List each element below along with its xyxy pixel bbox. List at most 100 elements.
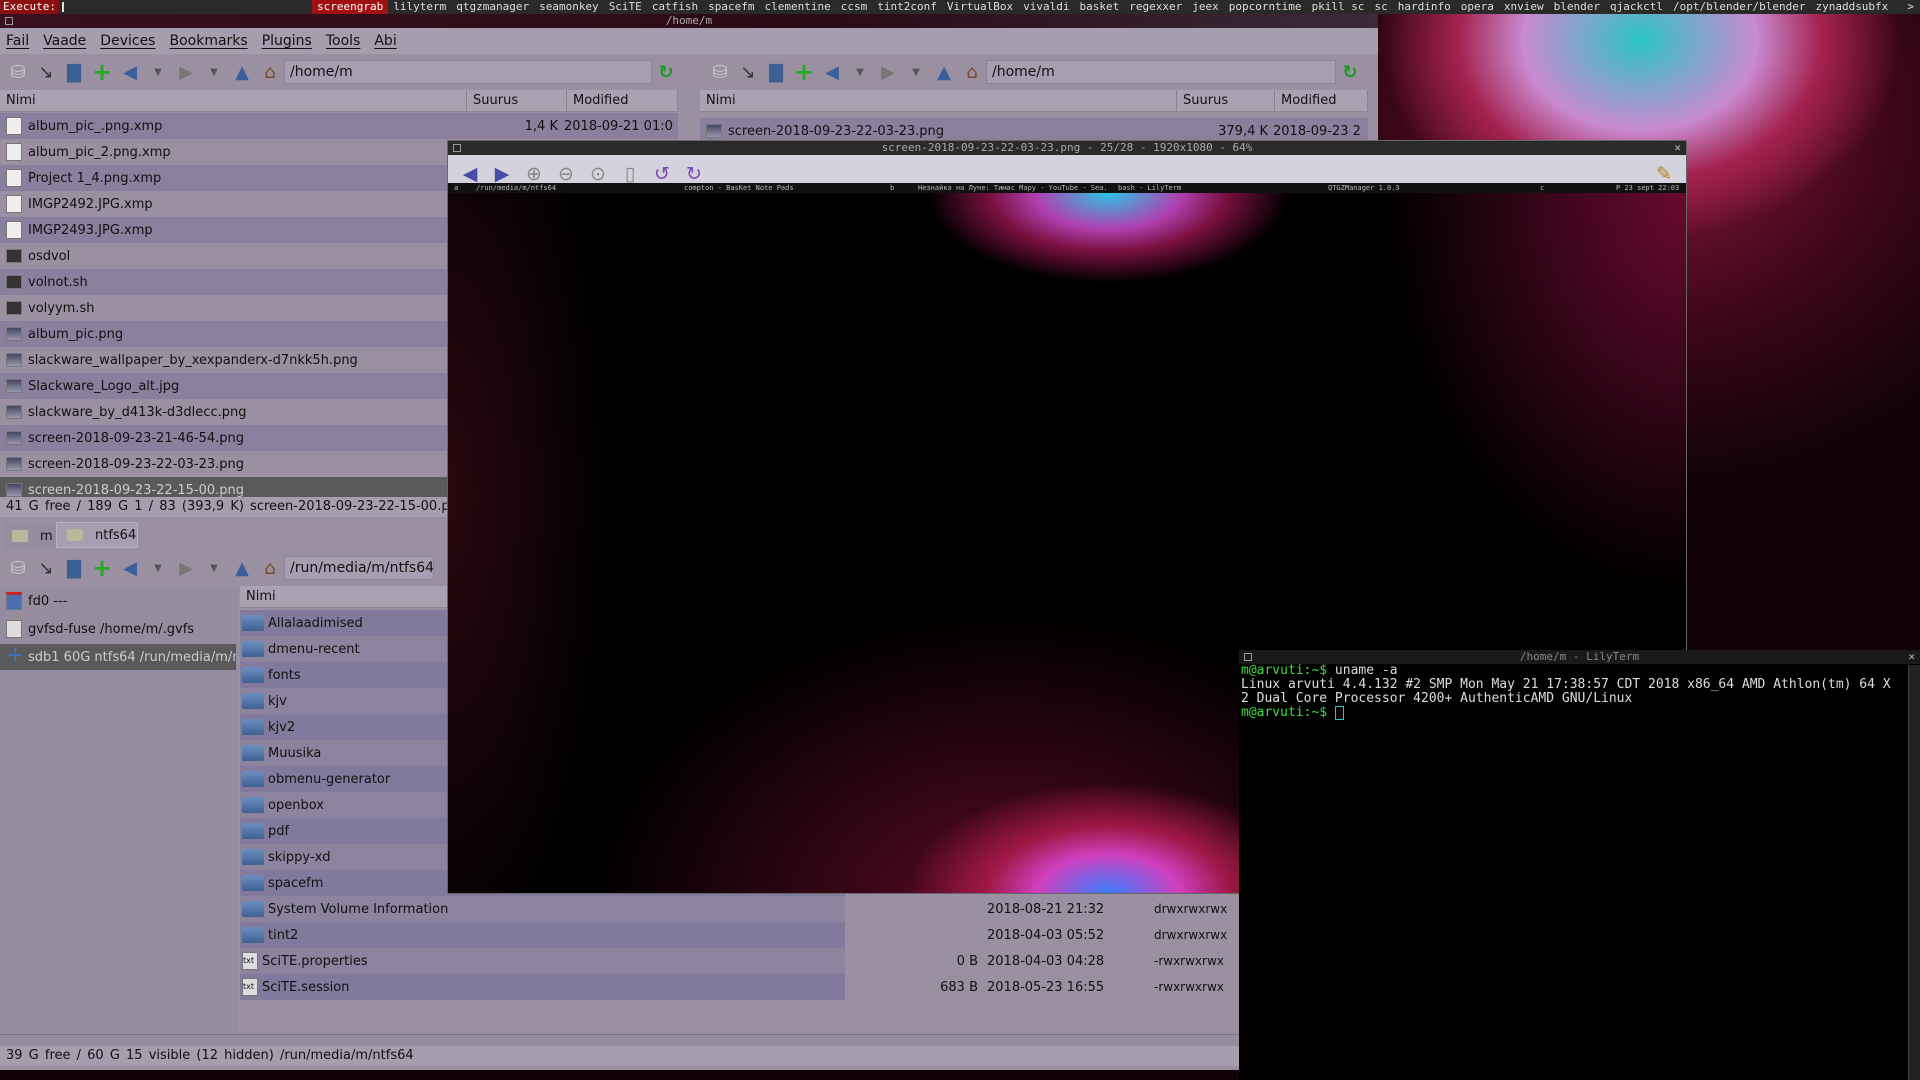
menu-abi[interactable]: Abi (374, 33, 396, 49)
task-button[interactable]: opera (1456, 0, 1499, 14)
menu-tools[interactable]: Tools (326, 33, 361, 49)
file-name: album_pic_.png.xmp (28, 118, 163, 134)
home-icon[interactable]: ⌂ (256, 554, 284, 582)
task-button[interactable]: seamonkey (534, 0, 604, 14)
home-icon[interactable]: ⌂ (958, 58, 986, 86)
bookmark-icon[interactable]: ↘ (32, 58, 60, 86)
back-icon[interactable]: ◀ (116, 58, 144, 86)
forward-icon[interactable]: ▶ (172, 554, 200, 582)
file-name: SciTE.properties (262, 953, 368, 969)
window-menu-button[interactable] (1244, 653, 1252, 661)
back-history-icon[interactable]: ▼ (144, 58, 172, 86)
window-menu-button[interactable] (453, 144, 461, 152)
bookmark-icon[interactable]: ↘ (734, 58, 762, 86)
back-history-icon[interactable]: ▼ (144, 554, 172, 582)
menu-fail[interactable]: Fail (6, 33, 29, 49)
task-button[interactable]: pkill sc (1307, 0, 1370, 14)
close-icon[interactable]: ✕ (1674, 141, 1681, 155)
refresh-icon[interactable]: ↻ (652, 58, 680, 86)
column-modified[interactable]: Modified (567, 90, 678, 111)
path-input[interactable]: /home/m (986, 60, 1336, 84)
device-item[interactable]: +sdb1 60G ntfs64 /run/media/m/ntfs64 (0, 644, 236, 670)
task-button[interactable]: SciTE (604, 0, 647, 14)
drive-icon[interactable]: ⛁ (706, 58, 734, 86)
task-button[interactable]: blender (1549, 0, 1605, 14)
terminal-titlebar[interactable]: /home/m - LilyTerm ✕ (1239, 650, 1920, 664)
column-name[interactable]: Nimi (700, 90, 1177, 111)
forward-history-icon[interactable]: ▼ (200, 58, 228, 86)
task-button[interactable]: basket (1074, 0, 1124, 14)
home-icon[interactable]: ⌂ (256, 58, 284, 86)
list-item[interactable]: tint2 2018-04-03 05:52 drwxrwxrwx (240, 922, 1240, 948)
new-folder-icon[interactable]: ▇ (60, 58, 88, 86)
task-button[interactable]: tint2conf (872, 0, 942, 14)
execute-input[interactable] (62, 2, 64, 12)
list-item[interactable]: txt SciTE.properties 0 B 2018-04-03 04:28 -r… (240, 948, 1240, 974)
menu-vaade[interactable]: Vaade (43, 33, 86, 49)
column-name[interactable]: Nimi (0, 90, 467, 111)
task-button[interactable]: zynaddsubfx (1810, 0, 1893, 14)
task-button[interactable]: popcorntime (1224, 0, 1307, 14)
task-button[interactable]: sc (1370, 0, 1393, 14)
path-input[interactable]: /home/m (284, 60, 652, 84)
device-item[interactable]: fd0 --- (0, 588, 236, 614)
task-button[interactable]: VirtualBox (942, 0, 1018, 14)
up-icon[interactable]: ▲ (930, 58, 958, 86)
task-button[interactable]: qtgzmanager (451, 0, 534, 14)
forward-icon[interactable]: ▶ (874, 58, 902, 86)
file-name: screen-2018-09-23-22-03-23.png (28, 456, 245, 472)
horizontal-scrollbar[interactable] (0, 1034, 1240, 1046)
task-button[interactable]: ccsm (836, 0, 873, 14)
menu-bookmarks[interactable]: Bookmarks (169, 33, 247, 49)
close-icon[interactable]: ✕ (1908, 650, 1915, 664)
viewer-titlebar[interactable]: screen-2018-09-23-22-03-23.png - 25/28 -… (448, 141, 1686, 155)
back-history-icon[interactable]: ▼ (846, 58, 874, 86)
task-button[interactable]: spacefm (703, 0, 759, 14)
task-label: compton - BasKet Note Pads (684, 184, 794, 192)
window-menu-button[interactable] (5, 17, 13, 25)
list-item[interactable]: System Volume Information 2018-08-21 21:3… (240, 896, 1240, 922)
task-button[interactable]: catfish (647, 0, 703, 14)
path-input[interactable]: /run/media/m/ntfs64 (284, 556, 434, 580)
column-size[interactable]: Suurus (1177, 90, 1275, 111)
more-tasks-button[interactable]: > (1907, 0, 1914, 13)
task-button[interactable]: regexxer (1124, 0, 1187, 14)
up-icon[interactable]: ▲ (228, 554, 256, 582)
drive-icon[interactable]: ⛁ (4, 554, 32, 582)
column-modified[interactable]: Modified (1275, 90, 1368, 111)
back-icon[interactable]: ◀ (116, 554, 144, 582)
menu-devices[interactable]: Devices (100, 33, 155, 49)
task-button[interactable]: clementine (760, 0, 836, 14)
forward-history-icon[interactable]: ▼ (902, 58, 930, 86)
forward-history-icon[interactable]: ▼ (200, 554, 228, 582)
tab-m[interactable]: m (4, 524, 56, 548)
task-button[interactable]: /opt/blender/blender (1668, 0, 1810, 14)
up-icon[interactable]: ▲ (228, 58, 256, 86)
task-button[interactable]: lilyterm (388, 0, 451, 14)
task-button[interactable]: jeex (1187, 0, 1224, 14)
new-folder-icon[interactable]: ▇ (762, 58, 790, 86)
list-item[interactable]: album_pic_.png.xmp 1,4 K 2018-09-21 01:00 (0, 113, 678, 139)
task-button[interactable]: hardinfo (1393, 0, 1456, 14)
task-button[interactable]: screengrab (312, 0, 389, 14)
drive-icon[interactable]: ⛁ (4, 58, 32, 86)
column-size[interactable]: Suurus (467, 90, 567, 111)
back-icon[interactable]: ◀ (818, 58, 846, 86)
new-tab-icon[interactable]: + (88, 554, 116, 582)
device-item[interactable]: gvfsd-fuse /home/m/.gvfs (0, 616, 236, 642)
menu-plugins[interactable]: Plugins (262, 33, 312, 49)
refresh-icon[interactable]: ↻ (1336, 58, 1364, 86)
new-tab-icon[interactable]: + (790, 58, 818, 86)
window-titlebar[interactable]: /home/m (0, 14, 1378, 28)
forward-icon[interactable]: ▶ (172, 58, 200, 86)
new-tab-icon[interactable]: + (88, 58, 116, 86)
tab-ntfs64[interactable]: ntfs64 (56, 522, 138, 548)
task-button[interactable]: qjackctl (1605, 0, 1668, 14)
task-button[interactable]: xnview (1499, 0, 1549, 14)
list-item[interactable]: txt SciTE.session 683 B 2018-05-23 16:55 -rw… (240, 974, 1240, 1000)
terminal-window[interactable]: /home/m - LilyTerm ✕ m@arvuti:~$ uname -a… (1239, 650, 1920, 1080)
task-button[interactable]: vivaldi (1018, 0, 1074, 14)
new-folder-icon[interactable]: ▇ (60, 554, 88, 582)
terminal-scrollbar[interactable] (1908, 665, 1920, 1080)
bookmark-icon[interactable]: ↘ (32, 554, 60, 582)
